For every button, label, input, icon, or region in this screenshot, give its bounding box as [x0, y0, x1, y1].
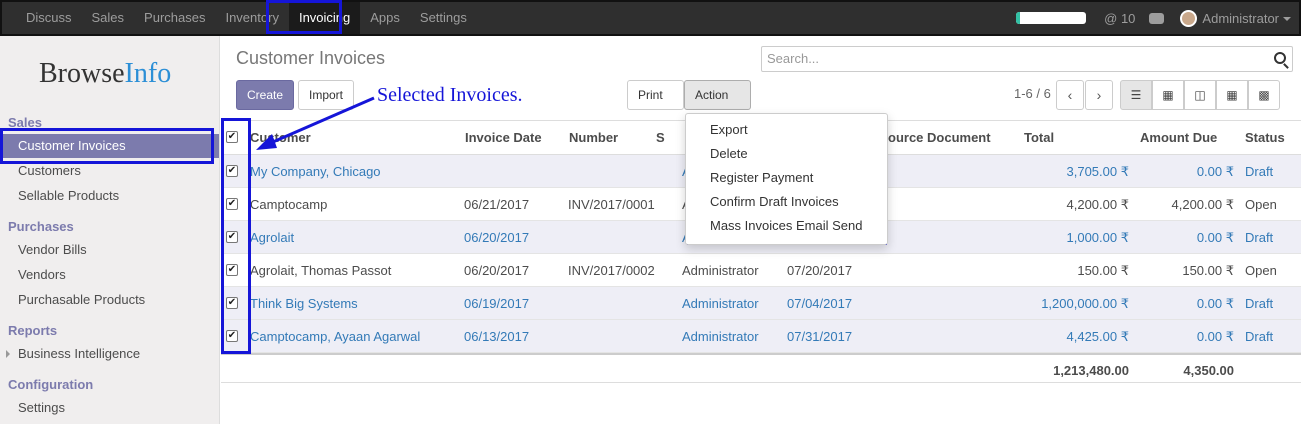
annotation-arrow [256, 96, 375, 150]
